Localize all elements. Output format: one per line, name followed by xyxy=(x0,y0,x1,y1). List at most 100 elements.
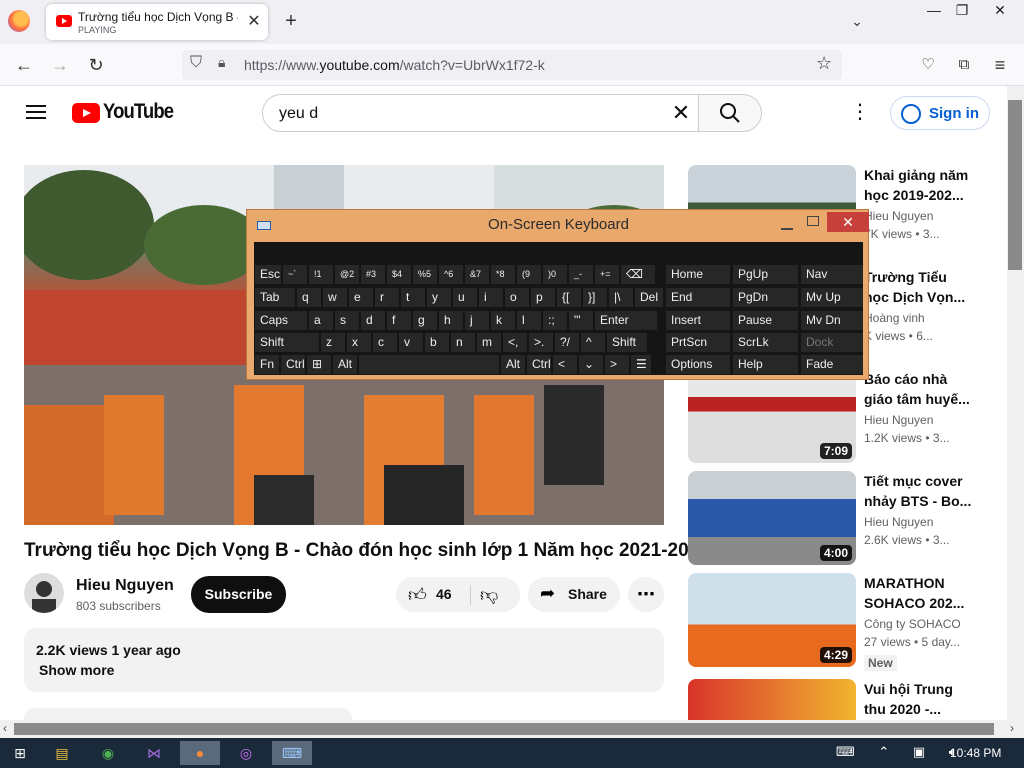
osk-key[interactable]: Shift xyxy=(255,333,319,352)
back-icon[interactable]: ← xyxy=(12,53,36,77)
osk-key[interactable]: PgUp xyxy=(733,265,798,284)
forward-icon[interactable]: → xyxy=(48,53,72,77)
scroll-right-icon[interactable]: › xyxy=(1010,721,1014,735)
osk-key[interactable]: Alt xyxy=(333,355,357,374)
osk-key[interactable]: y xyxy=(427,288,451,307)
settings-kebab-icon[interactable]: ⋮ xyxy=(850,100,870,124)
recommendation-item[interactable]: Vui hội Trung thu 2020 -... xyxy=(688,679,988,720)
osk-key[interactable] xyxy=(359,355,499,374)
firefox-logo-icon[interactable] xyxy=(8,10,30,32)
osk-key[interactable]: }] xyxy=(583,288,607,307)
close-window-icon[interactable]: ✕ xyxy=(978,0,1022,22)
file-explorer-icon[interactable]: ▤ xyxy=(42,741,82,765)
osk-key[interactable]: k xyxy=(491,311,515,330)
osk-key[interactable]: <, xyxy=(503,333,527,352)
osk-key[interactable]: ^ xyxy=(581,333,605,352)
search-input[interactable] xyxy=(279,103,659,125)
thumbs-down-icon[interactable]: 👎︎ xyxy=(480,584,498,606)
osk-key[interactable]: :; xyxy=(543,311,567,330)
bookmark-star-icon[interactable]: ☆ xyxy=(816,53,832,74)
osk-key[interactable]: w xyxy=(323,288,347,307)
osk-key[interactable]: PrtScn xyxy=(666,333,730,352)
show-more-link[interactable]: Show more xyxy=(39,662,114,678)
osk-key[interactable]: %5 xyxy=(413,265,437,284)
vertical-scroll-thumb[interactable] xyxy=(1008,100,1022,270)
osk-key[interactable]: j xyxy=(465,311,489,330)
osk-key[interactable]: ScrLk xyxy=(733,333,798,352)
osk-key[interactable]: v xyxy=(399,333,423,352)
osk-key[interactable]: z xyxy=(321,333,345,352)
osk-key[interactable]: ^6 xyxy=(439,265,463,284)
osk-key[interactable]: Options xyxy=(666,355,730,374)
osk-key[interactable]: Esc xyxy=(255,265,281,284)
extensions-icon[interactable]: ⧉ xyxy=(952,53,976,77)
url-bar[interactable]: ⛉ 🔒︎ https://www.youtube.com/watch?v=Ubr… xyxy=(182,50,842,80)
osk-key[interactable]: h xyxy=(439,311,463,330)
osk-key[interactable]: o xyxy=(505,288,529,307)
osk-key[interactable]: Del xyxy=(635,288,663,307)
osk-key[interactable]: Enter xyxy=(595,311,657,330)
more-actions-icon[interactable]: ⋯ xyxy=(628,577,664,612)
osk-key[interactable]: g xyxy=(413,311,437,330)
osk-key[interactable]: Home xyxy=(666,265,730,284)
osk-key[interactable]: p xyxy=(531,288,555,307)
hamburger-menu-icon[interactable] xyxy=(26,105,46,119)
clock[interactable]: 10:48 PM xyxy=(950,746,1001,760)
subscribe-button[interactable]: Subscribe xyxy=(191,576,286,613)
osk-key[interactable]: End xyxy=(666,288,730,307)
osk-key[interactable]: @2 xyxy=(335,265,359,284)
osk-key[interactable]: f xyxy=(387,311,411,330)
osk-key[interactable]: >. xyxy=(529,333,553,352)
osk-key[interactable]: Mv Dn xyxy=(801,311,863,330)
recommendation-item[interactable]: 4:29 MARATHON SOHACO 202... Công ty SOHA… xyxy=(688,573,988,671)
lock-icon[interactable]: 🔒︎ xyxy=(218,54,225,71)
firefox-taskbar-icon[interactable]: ● xyxy=(180,741,220,765)
horizontal-scroll-thumb[interactable] xyxy=(14,723,994,735)
osk-minimize-icon[interactable] xyxy=(781,216,793,230)
osk-key[interactable]: t xyxy=(401,288,425,307)
osk-key[interactable]: s xyxy=(335,311,359,330)
osk-key[interactable]: ?/ xyxy=(555,333,579,352)
share-button[interactable]: ➦ Share xyxy=(528,577,620,612)
osk-key[interactable]: < xyxy=(553,355,577,374)
osk-key[interactable]: c xyxy=(373,333,397,352)
osk-key[interactable]: ⌫ xyxy=(621,265,655,284)
osk-key[interactable]: Fn xyxy=(255,355,279,374)
osk-key[interactable]: Nav xyxy=(801,265,863,284)
osk-key[interactable]: e xyxy=(349,288,373,307)
osk-key[interactable]: Pause xyxy=(733,311,798,330)
osk-key[interactable]: {[ xyxy=(557,288,581,307)
osk-key[interactable]: Tab xyxy=(255,288,295,307)
youtube-logo-icon[interactable] xyxy=(72,103,100,123)
osk-key[interactable]: "' xyxy=(569,311,593,330)
osk-key[interactable]: l xyxy=(517,311,541,330)
osk-key[interactable]: q xyxy=(297,288,321,307)
osk-key[interactable]: ⌄ xyxy=(579,355,603,374)
clear-search-icon[interactable]: ✕ xyxy=(669,101,693,125)
youtube-logo-text[interactable]: YouTube xyxy=(103,100,174,124)
osk-key[interactable]: x xyxy=(347,333,371,352)
osk-key[interactable]: |\ xyxy=(609,288,633,307)
osk-key[interactable]: &7 xyxy=(465,265,489,284)
recommendation-item[interactable]: 4:00 Tiết mục cover nhảy BTS - Bo... Hie… xyxy=(688,471,988,567)
sign-in-button[interactable]: Sign in xyxy=(890,96,990,130)
osk-close-icon[interactable]: ✕ xyxy=(827,212,869,232)
windows-start-icon[interactable]: ⊞ xyxy=(0,741,40,765)
visual-studio-icon[interactable]: ⋈ xyxy=(134,741,174,765)
osk-key[interactable]: += xyxy=(595,265,619,284)
osk-key[interactable]: > xyxy=(605,355,629,374)
osk-key[interactable]: PgDn xyxy=(733,288,798,307)
osk-key[interactable]: ⊞ xyxy=(307,355,331,374)
pocket-icon[interactable]: ♡ xyxy=(916,53,940,77)
search-box[interactable]: ✕ xyxy=(262,94,700,132)
thumbs-up-icon[interactable]: 👍︎ xyxy=(408,584,427,606)
osk-taskbar-icon[interactable]: ⌨ xyxy=(272,741,312,765)
osk-key[interactable]: ☰ xyxy=(631,355,651,374)
osk-key[interactable]: n xyxy=(451,333,475,352)
channel-avatar[interactable] xyxy=(24,573,64,613)
search-button[interactable] xyxy=(698,94,762,132)
osk-maximize-icon[interactable] xyxy=(807,216,819,226)
osk-key[interactable]: b xyxy=(425,333,449,352)
tab-close-icon[interactable]: ✕ xyxy=(244,12,264,32)
osk-key[interactable]: Ctrl xyxy=(281,355,305,374)
